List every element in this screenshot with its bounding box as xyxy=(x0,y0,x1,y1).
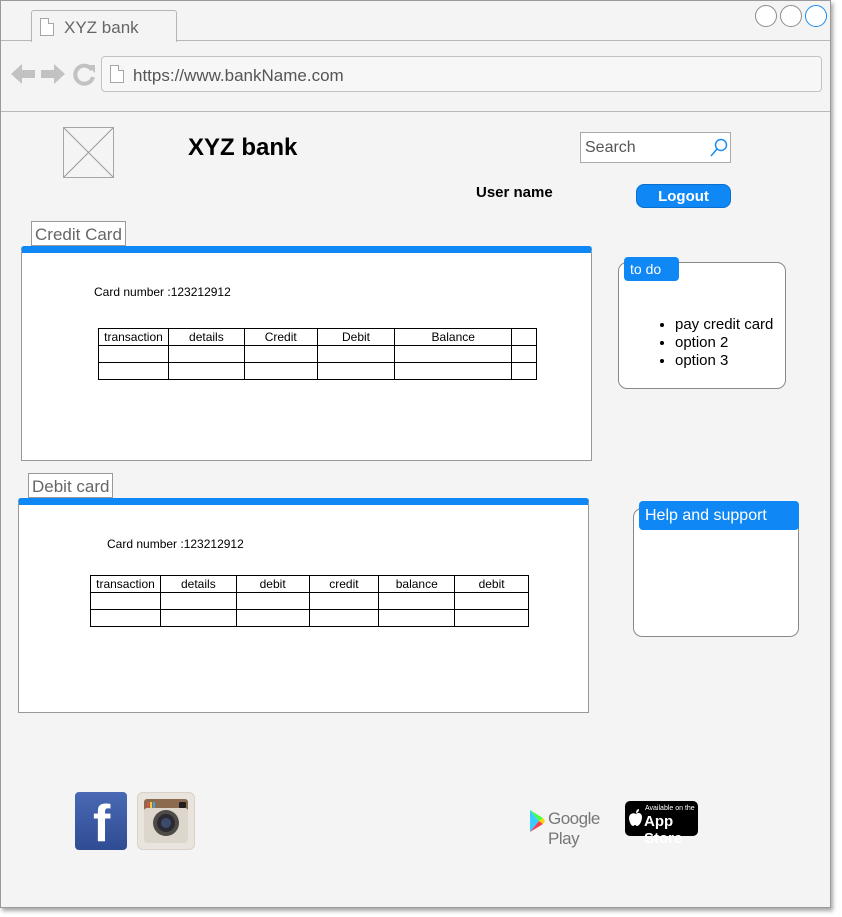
instagram-icon[interactable] xyxy=(137,792,195,850)
column-header: details xyxy=(167,328,245,346)
credit-card-label: Credit Card xyxy=(31,221,126,246)
table-header-row: transaction details debit credit balance… xyxy=(90,575,529,593)
column-header: Balance xyxy=(394,328,513,346)
table-row xyxy=(98,345,537,363)
debit-card-panel: Card number :123212912 transaction detai… xyxy=(18,498,589,713)
todo-title: to do xyxy=(624,257,679,281)
help-support-panel: Help and support xyxy=(633,501,799,637)
browser-tab[interactable]: XYZ bank xyxy=(31,10,177,42)
browser-window: XYZ bank https://www.bankName.com XYZ ba… xyxy=(0,0,831,908)
app-store-label: App Store xyxy=(644,813,683,847)
search-icon[interactable] xyxy=(710,138,728,163)
app-store-badge[interactable]: Available on the App Store xyxy=(625,801,698,847)
back-arrow-icon[interactable] xyxy=(11,63,35,90)
refresh-icon[interactable] xyxy=(72,62,96,91)
credit-card-transactions-table: transaction details Credit Debit Balance xyxy=(98,328,537,380)
column-header: transaction xyxy=(90,575,161,593)
list-item[interactable]: option 2 xyxy=(675,334,773,352)
debit-card-label: Debit card xyxy=(28,473,114,498)
address-bar[interactable]: https://www.bankName.com xyxy=(101,56,822,92)
list-item[interactable]: option 3 xyxy=(675,352,773,370)
debit-card-transactions-table: transaction details debit credit balance… xyxy=(90,575,529,627)
table-row xyxy=(90,592,529,610)
table-header-row: transaction details Credit Debit Balance xyxy=(98,328,537,346)
app-store-small-label: Available on the xyxy=(645,805,695,812)
column-header: balance xyxy=(378,575,456,593)
username-label: User name xyxy=(476,184,553,201)
search-box[interactable] xyxy=(580,132,731,163)
credit-card-panel: Card number :123212912 transaction detai… xyxy=(21,246,592,461)
facebook-icon[interactable]: f xyxy=(75,792,127,850)
column-header: Credit xyxy=(243,328,318,346)
column-header: transaction xyxy=(98,328,169,346)
debit-card-number: Card number :123212912 xyxy=(107,537,244,551)
url-text: https://www.bankName.com xyxy=(133,66,344,85)
help-support-title[interactable]: Help and support xyxy=(639,501,799,530)
list-item[interactable]: pay credit card xyxy=(675,316,773,334)
window-close-button[interactable] xyxy=(805,5,827,27)
page-icon xyxy=(110,65,124,83)
google-play-badge[interactable]: Google Play xyxy=(529,806,613,848)
apple-icon xyxy=(629,809,642,826)
google-play-icon xyxy=(530,810,545,832)
table-row xyxy=(98,362,537,380)
logo-placeholder xyxy=(63,127,114,178)
window-maximize-button[interactable] xyxy=(780,5,802,27)
column-header: credit xyxy=(308,575,380,593)
credit-card-number: Card number :123212912 xyxy=(94,285,231,299)
search-input[interactable] xyxy=(581,133,706,162)
page-icon xyxy=(40,18,54,36)
image-placeholder-icon xyxy=(63,127,114,178)
column-header: Debit xyxy=(316,328,396,346)
logout-button[interactable]: Logout xyxy=(636,184,731,208)
todo-panel: to do pay credit card option 2 option 3 xyxy=(618,257,786,389)
column-header: debit xyxy=(454,575,529,593)
table-row xyxy=(90,609,529,627)
bank-title: XYZ bank xyxy=(188,134,298,161)
forward-arrow-icon[interactable] xyxy=(41,63,65,90)
window-minimize-button[interactable] xyxy=(755,5,777,27)
tab-title: XYZ bank xyxy=(64,18,139,37)
todo-list: pay credit card option 2 option 3 xyxy=(619,316,773,370)
column-header: details xyxy=(159,575,237,593)
browser-toolbar: https://www.bankName.com xyxy=(1,42,830,112)
column-header xyxy=(511,328,537,346)
google-play-label: Google Play xyxy=(548,809,600,848)
tab-strip: XYZ bank xyxy=(1,1,830,42)
column-header: debit xyxy=(235,575,310,593)
